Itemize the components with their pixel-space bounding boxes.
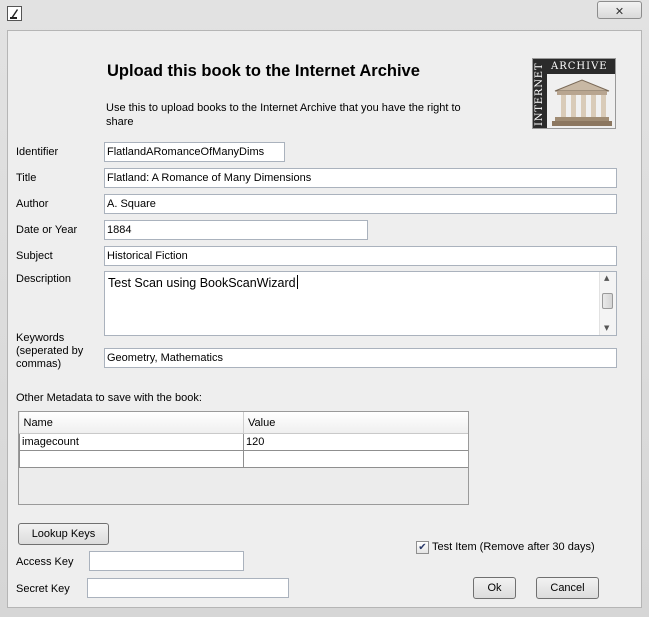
logo-text-archive: ARCHIVE xyxy=(551,61,608,72)
author-label: Author xyxy=(16,198,49,210)
scroll-down-icon[interactable]: ▼ xyxy=(604,324,609,332)
other-metadata-label: Other Metadata to save with the book: xyxy=(16,392,202,404)
title-input[interactable]: Flatland: A Romance of Many Dimensions xyxy=(104,168,617,188)
access-key-input[interactable] xyxy=(89,551,244,571)
page-title: Upload this book to the Internet Archive xyxy=(107,62,420,80)
close-icon: ✕ xyxy=(614,6,625,18)
app-logo-glyph xyxy=(10,9,18,19)
internet-archive-logo: ARCHIVE INTERNET xyxy=(532,58,616,129)
description-textarea[interactable]: Test Scan using BookScanWizard ▲ ▼ xyxy=(104,271,617,336)
column-header-name[interactable]: Name xyxy=(19,412,244,434)
description-label: Description xyxy=(16,273,72,285)
cancel-button[interactable]: Cancel xyxy=(536,577,599,599)
table-row[interactable]: imagecount 120 xyxy=(19,433,468,451)
date-label: Date or Year xyxy=(16,224,78,236)
table-cell-value[interactable]: 120 xyxy=(243,433,468,451)
temple-icon xyxy=(552,79,612,126)
access-key-label: Access Key xyxy=(16,556,74,568)
close-button[interactable]: ✕ xyxy=(597,1,642,19)
secret-key-input[interactable] xyxy=(87,578,289,598)
logo-text-internet: INTERNET xyxy=(534,62,545,126)
metadata-table[interactable]: Name Value imagecount 120 xyxy=(18,411,469,505)
identifier-label: Identifier xyxy=(16,146,59,158)
identifier-input[interactable]: FlatlandARomanceOfManyDims xyxy=(104,142,285,162)
subject-label: Subject xyxy=(16,250,53,262)
ok-button[interactable]: Ok xyxy=(473,577,516,599)
page-subtitle: Use this to upload books to the Internet… xyxy=(106,102,461,128)
table-cell-name[interactable]: imagecount xyxy=(19,433,244,451)
checkmark-icon: ✔ xyxy=(418,542,427,553)
text-caret xyxy=(296,275,298,289)
table-cell-value[interactable] xyxy=(243,450,468,468)
subject-input[interactable]: Historical Fiction xyxy=(104,246,617,266)
description-scrollbar[interactable]: ▲ ▼ xyxy=(599,272,616,335)
test-item-label[interactable]: Test Item (Remove after 30 days) xyxy=(432,541,595,554)
table-header-row: Name Value xyxy=(19,412,468,434)
column-header-value[interactable]: Value xyxy=(243,412,468,434)
secret-key-label: Secret Key xyxy=(16,583,70,595)
table-cell-name[interactable] xyxy=(19,450,244,468)
date-input[interactable]: 1884 xyxy=(104,220,368,240)
app-icon xyxy=(7,6,22,21)
scroll-up-icon[interactable]: ▲ xyxy=(604,274,609,282)
description-text: Test Scan using BookScanWizard xyxy=(108,276,296,290)
dialog-content: Upload this book to the Internet Archive… xyxy=(7,30,642,608)
scroll-thumb[interactable] xyxy=(602,293,613,309)
keywords-input[interactable]: Geometry, Mathematics xyxy=(104,348,617,368)
table-row[interactable] xyxy=(19,450,468,468)
author-input[interactable]: A. Square xyxy=(104,194,617,214)
lookup-keys-button[interactable]: Lookup Keys xyxy=(18,523,109,545)
title-bar[interactable]: ✕ xyxy=(0,0,649,28)
test-item-checkbox[interactable]: ✔ xyxy=(416,541,429,554)
title-label: Title xyxy=(16,172,37,184)
keywords-label: Keywords (seperated by commas) xyxy=(16,332,84,370)
upload-dialog-window: ✕ Upload this book to the Internet Archi… xyxy=(0,0,649,617)
